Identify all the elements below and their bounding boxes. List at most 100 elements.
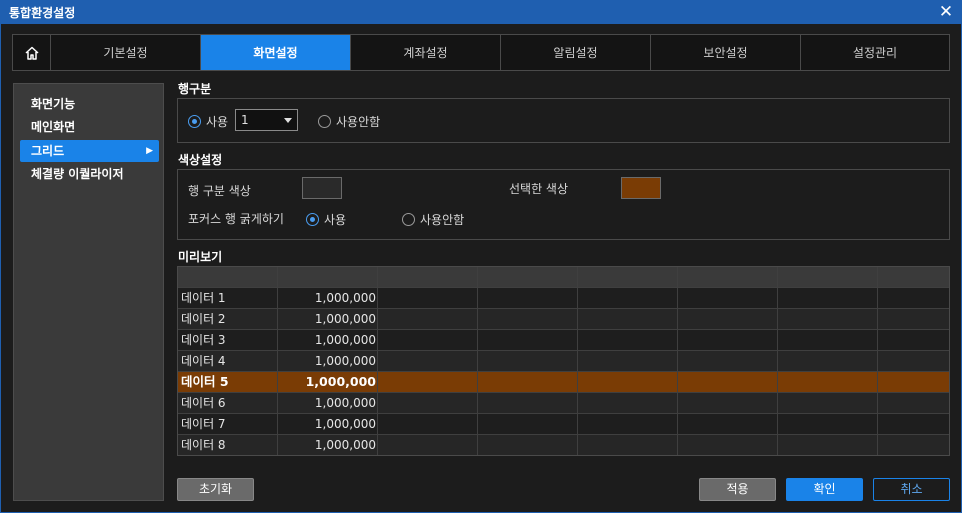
radio-selected-icon [188, 115, 201, 128]
window-title: 통합환경설정 [9, 6, 76, 20]
tab-alert-settings[interactable]: 알림설정 [501, 35, 651, 70]
grid-empty-cell [778, 414, 878, 435]
grid-empty-cell [378, 351, 478, 372]
table-row[interactable]: 데이터 2 1,000,000 [178, 309, 949, 330]
close-icon[interactable]: ✕ [936, 1, 956, 23]
preview-section-title: 미리보기 [178, 250, 223, 264]
home-tab[interactable] [13, 35, 51, 70]
grid-empty-cell [478, 351, 578, 372]
table-row[interactable]: 데이터 1 1,000,000 [178, 288, 949, 309]
chevron-down-icon [284, 118, 292, 123]
grid-header-cell [878, 267, 949, 288]
grid-header-cell [178, 267, 278, 288]
grid-empty-cell [378, 435, 478, 455]
grid-empty-cell [378, 330, 478, 351]
grid-empty-cell [578, 351, 678, 372]
grid-empty-cell [878, 435, 949, 455]
focus-bold-label: 포커스 행 굵게하기 [188, 212, 284, 226]
grid-value-cell: 1,000,000 [278, 330, 378, 351]
reset-button[interactable]: 초기화 [177, 478, 254, 501]
grid-value-cell: 1,000,000 [278, 351, 378, 372]
radio-unselected-icon [318, 115, 331, 128]
grid-header-cell [478, 267, 578, 288]
grid-value-cell: 1,000,000 [278, 309, 378, 330]
selected-color-swatch[interactable] [621, 177, 661, 199]
grid-empty-cell [778, 351, 878, 372]
sidebar-item-label: 그리드 [31, 144, 65, 158]
row-color-swatch[interactable] [302, 177, 342, 199]
sidebar: 화면기능 메인화면 그리드 ▶ 체결량 이퀄라이저 [13, 83, 164, 501]
ok-button[interactable]: 확인 [786, 478, 863, 501]
grid-name-cell: 데이터 3 [178, 330, 278, 351]
grid-value-cell: 1,000,000 [278, 414, 378, 435]
grid-empty-cell [478, 309, 578, 330]
grid-empty-cell [578, 393, 678, 414]
cancel-button[interactable]: 취소 [873, 478, 950, 501]
table-row[interactable]: 데이터 7 1,000,000 [178, 414, 949, 435]
sidebar-item-screen-function[interactable]: 화면기능 [20, 93, 159, 115]
grid-empty-cell [778, 372, 878, 393]
grid-empty-cell [378, 393, 478, 414]
tab-security-settings[interactable]: 보안설정 [651, 35, 801, 70]
grid-empty-cell [378, 288, 478, 309]
grid-empty-cell [678, 309, 778, 330]
row-no-use-radio[interactable]: 사용안함 [318, 113, 380, 130]
grid-name-cell: 데이터 2 [178, 309, 278, 330]
title-bar: 통합환경설정 ✕ [0, 0, 962, 24]
grid-empty-cell [578, 414, 678, 435]
grid-empty-cell [778, 309, 878, 330]
sidebar-item-grid[interactable]: 그리드 ▶ [20, 140, 159, 162]
table-row[interactable]: 데이터 4 1,000,000 [178, 351, 949, 372]
color-section-title: 색상설정 [178, 153, 223, 167]
row-use-radio[interactable]: 사용 [188, 113, 228, 130]
sidebar-item-volume-equalizer[interactable]: 체결량 이퀄라이저 [20, 163, 159, 185]
grid-empty-cell [578, 309, 678, 330]
sidebar-item-main-screen[interactable]: 메인화면 [20, 116, 159, 138]
focus-use-radio[interactable]: 사용 [306, 211, 346, 228]
grid-header-cell [278, 267, 378, 288]
grid-empty-cell [478, 435, 578, 455]
tab-screen-settings[interactable]: 화면설정 [201, 35, 351, 70]
grid-name-cell: 데이터 8 [178, 435, 278, 455]
grid-empty-cell [878, 372, 949, 393]
grid-empty-cell [578, 435, 678, 455]
grid-empty-cell [478, 393, 578, 414]
row-interval-select[interactable]: 1 [235, 109, 298, 131]
grid-name-cell: 데이터 7 [178, 414, 278, 435]
grid-empty-cell [578, 288, 678, 309]
tab-settings-management[interactable]: 설정관리 [801, 35, 949, 70]
grid-empty-cell [678, 435, 778, 455]
grid-empty-cell [578, 330, 678, 351]
home-icon [24, 46, 39, 60]
grid-empty-cell [478, 288, 578, 309]
sidebar-item-label: 체결량 이퀄라이저 [31, 167, 124, 181]
tab-basic-settings[interactable]: 기본설정 [51, 35, 201, 70]
grid-name-cell: 데이터 4 [178, 351, 278, 372]
grid-empty-cell [778, 393, 878, 414]
grid-empty-cell [678, 393, 778, 414]
radio-label: 사용안함 [420, 213, 465, 227]
sidebar-item-label: 화면기능 [31, 97, 76, 111]
grid-empty-cell [678, 372, 778, 393]
grid-empty-cell [478, 330, 578, 351]
focus-no-use-radio[interactable]: 사용안함 [402, 211, 464, 228]
grid-empty-cell [878, 309, 949, 330]
table-row[interactable]: 데이터 6 1,000,000 [178, 393, 949, 414]
table-row[interactable]: 데이터 8 1,000,000 [178, 435, 949, 455]
grid-header-cell [778, 267, 878, 288]
tab-account-settings[interactable]: 계좌설정 [351, 35, 501, 70]
grid-header-cell [378, 267, 478, 288]
grid-name-cell: 데이터 6 [178, 393, 278, 414]
preview-grid: 데이터 1 1,000,000 데이터 2 1,000,000 데이터 3 1,000,0… [177, 266, 950, 456]
apply-button[interactable]: 적용 [699, 478, 776, 501]
tab-bar: 기본설정 화면설정 계좌설정 알림설정 보안설정 설정관리 [12, 34, 950, 71]
grid-header-cell [578, 267, 678, 288]
selected-color-label: 선택한 색상 [509, 182, 569, 196]
grid-empty-cell [478, 414, 578, 435]
grid-header-cell [678, 267, 778, 288]
grid-value-cell: 1,000,000 [278, 435, 378, 455]
grid-empty-cell [678, 351, 778, 372]
grid-empty-cell [678, 288, 778, 309]
table-row[interactable]: 데이터 5 1,000,000 [178, 372, 949, 393]
table-row[interactable]: 데이터 3 1,000,000 [178, 330, 949, 351]
